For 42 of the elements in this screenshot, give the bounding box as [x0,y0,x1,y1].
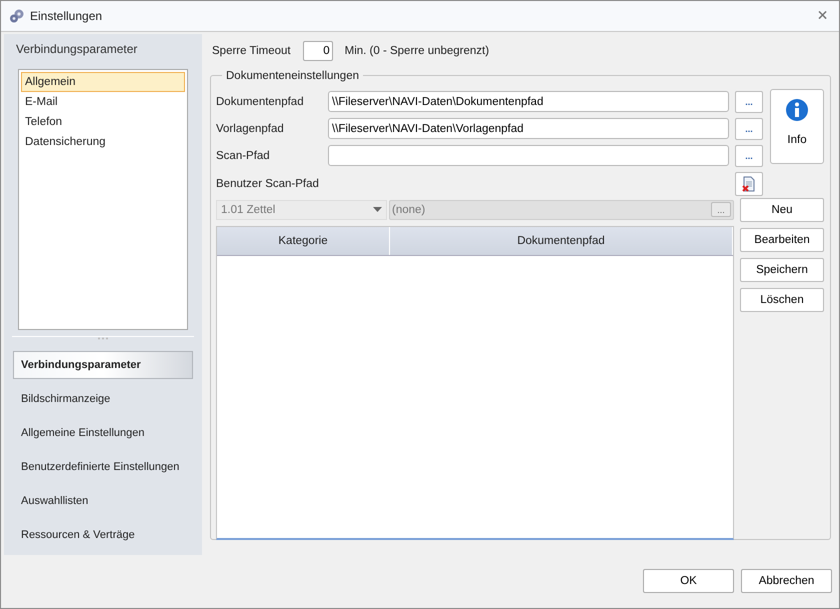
action-button[interactable]: Neu [740,198,824,222]
nav-item[interactable]: Benutzerdefinierte Einstellungen [13,452,193,481]
path-field[interactable]: \\Fileserver\NAVI-Daten\Vorlagenpfad [328,118,729,140]
close-button[interactable]: 🗙 [814,5,831,26]
path-field[interactable]: \\Fileserver\NAVI-Daten\Dokumentenpfad [328,91,729,112]
nav-item[interactable]: Auswahllisten [13,486,193,515]
list-item[interactable]: E-Mail [21,92,185,112]
timeout-field[interactable]: 0 [302,40,333,61]
action-button[interactable]: Bearbeiten [740,228,824,252]
field-label: Dokumentenpfad [216,96,305,108]
clear-button[interactable] [735,172,763,196]
timeout-label: Sperre Timeout [212,44,291,57]
browse-button[interactable]: ... [735,144,763,167]
list-item[interactable]: Telefon [21,112,185,132]
list-item[interactable]: Allgemein [21,72,185,92]
browse-button[interactable]: ... [735,118,763,140]
list-item[interactable]: Datensicherung [21,132,185,152]
dialog-button[interactable]: OK [643,569,734,594]
info-button[interactable]: Info [770,88,824,164]
document-delete-icon [742,176,756,192]
field-label: Scan-Pfad [216,150,271,162]
action-button[interactable]: Löschen [740,288,824,312]
window-title: Einstellungen [30,8,104,23]
caret-icon [373,207,382,212]
browse-button[interactable]: ... [735,90,763,113]
dialog-button[interactable]: Abbrechen [741,569,832,594]
column-header[interactable]: Dokumentenpfad [390,226,733,255]
info-icon [785,98,809,122]
nav-item[interactable]: Bildschirmanzeige [13,384,193,413]
action-button[interactable]: Speichern [740,258,824,282]
nav-item[interactable]: Allgemeine Einstellungen [13,418,193,447]
timeout-hint: Min. (0 - Sperre unbegrenzt) [344,44,490,57]
column-header[interactable]: Kategorie [217,226,390,255]
gears-icon [9,8,25,23]
splitter-grip-icon[interactable] [97,337,109,340]
field-label: Vorlagenpfad [216,122,285,135]
nav-item[interactable]: Verbindungsparameter [13,350,193,379]
path-field[interactable] [328,145,729,166]
group-title: Dokumenteneinstellungen [225,70,360,82]
nav-item[interactable]: Ressourcen & Verträge [13,520,193,549]
sidebar-heading: Verbindungsparameter [15,40,138,58]
field-label: Benutzer Scan-Pfad [216,178,320,190]
